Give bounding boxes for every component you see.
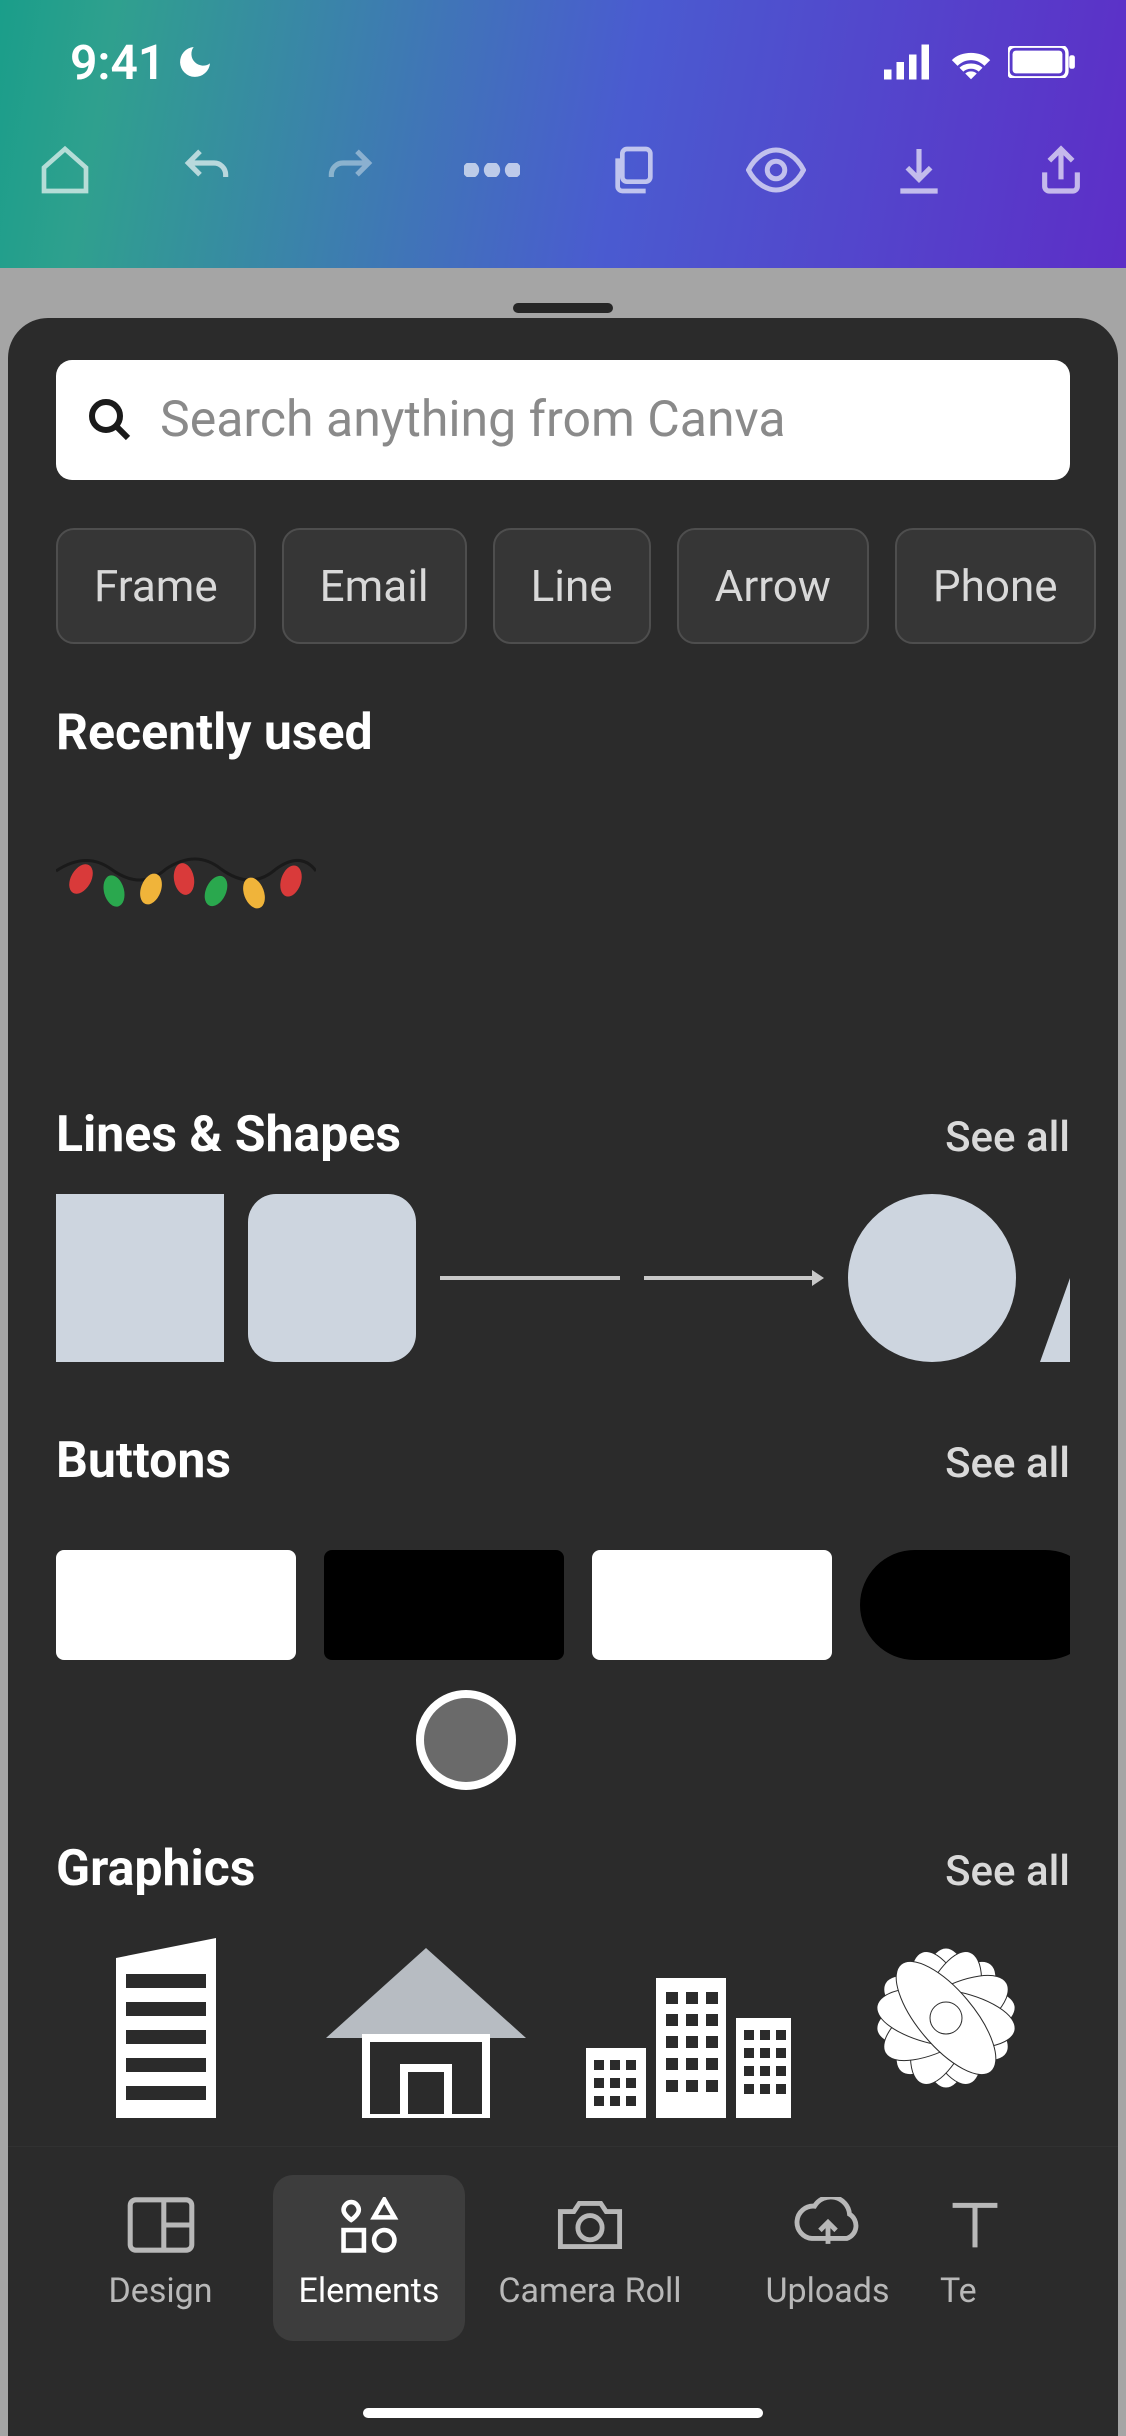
- graphic-flower[interactable]: [836, 1918, 1056, 2118]
- editor-toolbar: [0, 140, 1126, 200]
- shape-line[interactable]: [440, 1276, 620, 1280]
- tab-uploads-label: Uploads: [765, 2271, 889, 2311]
- chip-phone[interactable]: Phone: [895, 528, 1096, 644]
- chip-frame[interactable]: Frame: [56, 528, 256, 644]
- tab-camera-label: Camera Roll: [498, 2271, 681, 2311]
- moon-icon: [175, 42, 215, 82]
- suggestion-chips: Frame Email Line Arrow Phone Instagram: [8, 480, 1118, 644]
- lines-shapes-see-all[interactable]: See all: [945, 1113, 1070, 1162]
- chip-line[interactable]: Line: [493, 528, 651, 644]
- button-element-black[interactable]: [324, 1550, 564, 1660]
- more-icon[interactable]: [462, 140, 522, 200]
- buttons-see-all[interactable]: See all: [945, 1439, 1070, 1488]
- share-icon[interactable]: [1031, 140, 1091, 200]
- redo-icon[interactable]: [320, 140, 380, 200]
- shape-circle[interactable]: [848, 1194, 1016, 1362]
- element-string-lights[interactable]: [56, 841, 316, 951]
- status-time: 9:41: [70, 34, 165, 91]
- tab-design[interactable]: Design: [48, 2175, 273, 2341]
- bottom-tab-bar: Design Elements Camera Roll Uploads Te: [8, 2146, 1118, 2436]
- button-element-white[interactable]: [56, 1550, 296, 1660]
- shape-triangle[interactable]: [1040, 1194, 1070, 1362]
- tab-camera-roll[interactable]: Camera Roll: [465, 2175, 715, 2341]
- chip-email[interactable]: Email: [282, 528, 467, 644]
- graphic-building-1[interactable]: [56, 1918, 276, 2118]
- tab-elements-label: Elements: [299, 2271, 440, 2311]
- shape-arrow-line[interactable]: [644, 1266, 824, 1290]
- buttons-title: Buttons: [56, 1432, 231, 1490]
- wifi-icon: [948, 44, 994, 80]
- button-element-pill-black[interactable]: [860, 1550, 1070, 1660]
- home-indicator[interactable]: [363, 2408, 763, 2418]
- search-bar[interactable]: [56, 360, 1070, 480]
- graphics-title: Graphics: [56, 1840, 255, 1898]
- status-bar: 9:41: [0, 0, 1126, 100]
- search-icon: [86, 396, 134, 444]
- graphic-buildings[interactable]: [576, 1918, 796, 2118]
- tab-design-label: Design: [108, 2271, 212, 2311]
- preview-icon[interactable]: [746, 140, 806, 200]
- chip-arrow[interactable]: Arrow: [677, 528, 869, 644]
- search-input[interactable]: [160, 391, 1040, 449]
- graphics-see-all[interactable]: See all: [945, 1847, 1070, 1896]
- button-element-circle[interactable]: [416, 1690, 516, 1790]
- sheet-backdrop: [0, 268, 1126, 318]
- sheet-grabber[interactable]: [513, 303, 613, 313]
- undo-icon[interactable]: [177, 140, 237, 200]
- download-icon[interactable]: [889, 140, 949, 200]
- lines-shapes-title: Lines & Shapes: [56, 1106, 401, 1164]
- graphic-house[interactable]: [316, 1918, 536, 2118]
- shape-rounded-square[interactable]: [248, 1194, 416, 1362]
- battery-icon: [1008, 46, 1076, 78]
- tab-elements[interactable]: Elements: [273, 2175, 465, 2341]
- tab-text-partial[interactable]: Te: [940, 2175, 1000, 2341]
- shape-square[interactable]: [56, 1194, 224, 1362]
- layers-icon[interactable]: [604, 140, 664, 200]
- tab-text-label: Te: [940, 2271, 977, 2311]
- cellular-icon: [884, 44, 934, 80]
- home-icon[interactable]: [35, 140, 95, 200]
- elements-sheet: Frame Email Line Arrow Phone Instagram R…: [8, 318, 1118, 2436]
- button-element-white-2[interactable]: [592, 1550, 832, 1660]
- recently-used-title: Recently used: [56, 704, 373, 762]
- tab-uploads[interactable]: Uploads: [715, 2175, 940, 2341]
